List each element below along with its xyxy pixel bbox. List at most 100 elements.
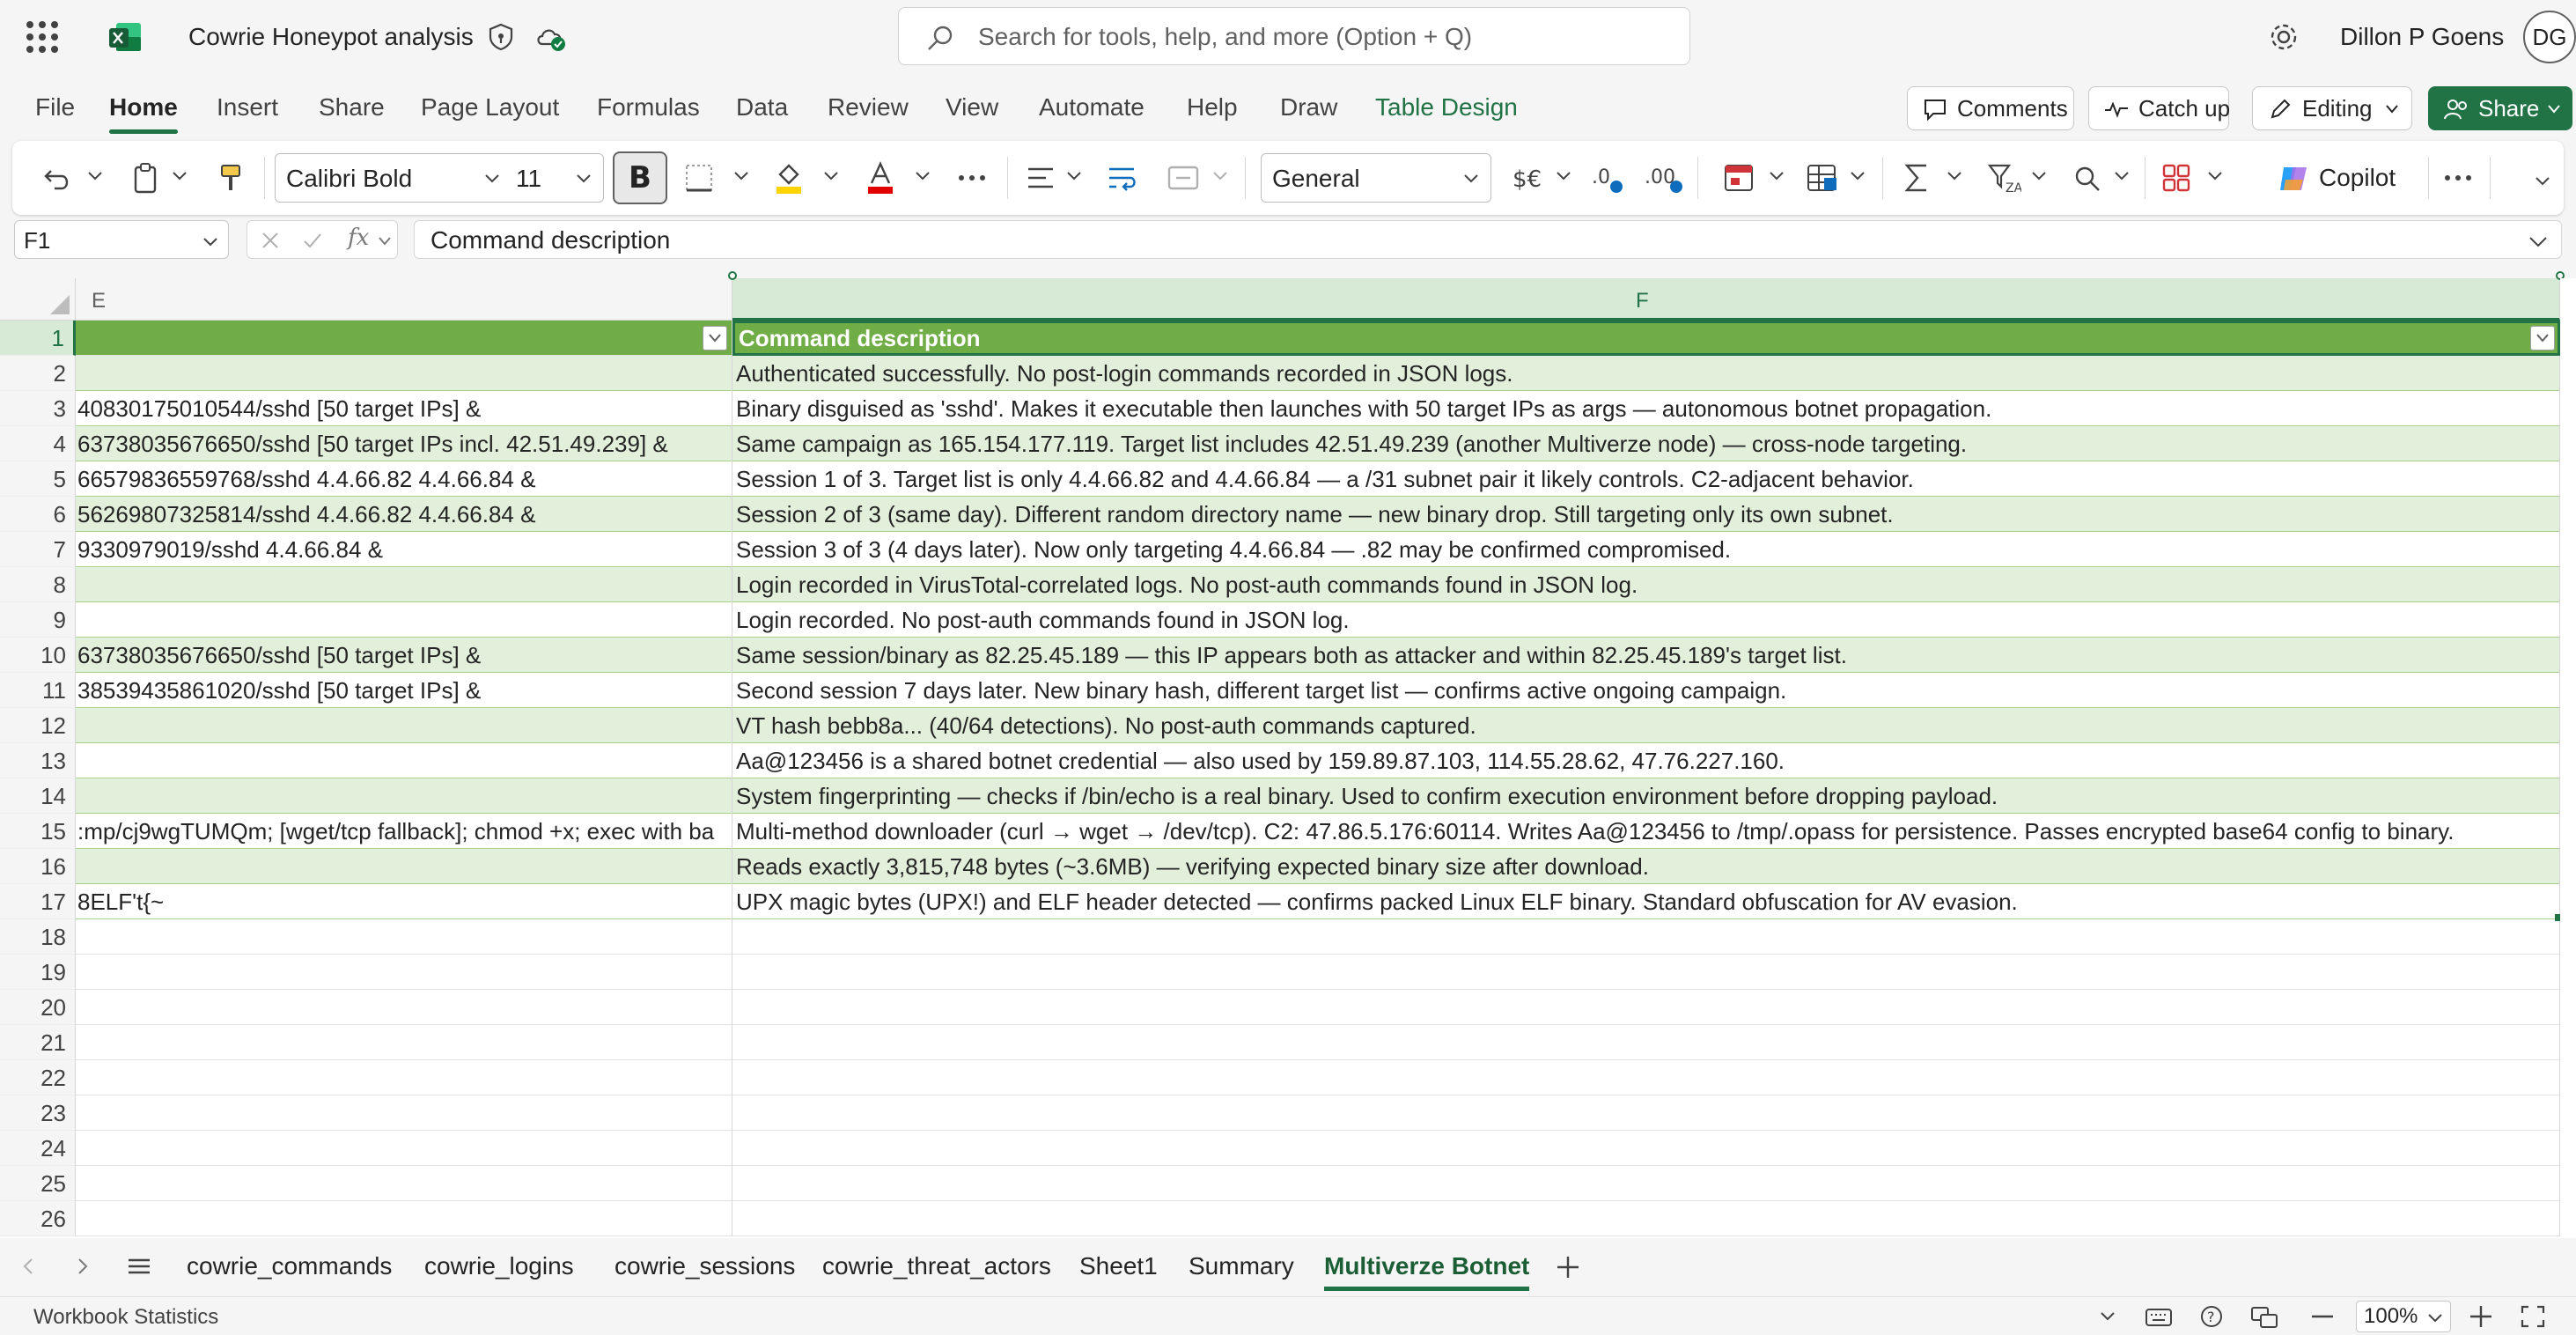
saved-cloud-icon[interactable] (534, 21, 567, 53)
cell-f[interactable]: Second session 7 days later. New binary … (732, 673, 2560, 708)
row-header[interactable]: 1 (0, 321, 76, 356)
merge-chevron-icon[interactable] (1211, 167, 1229, 185)
formula-input[interactable]: Command description (414, 220, 2562, 259)
cell-f[interactable]: Session 3 of 3 (4 days later). Now only … (732, 532, 2560, 567)
tab-help[interactable]: Help (1187, 92, 1238, 123)
cell-f[interactable]: System fingerprinting — checks if /bin/e… (732, 778, 2560, 814)
undo-icon[interactable] (42, 159, 74, 197)
cell-f[interactable]: Reads exactly 3,815,748 bytes (~3.6MB) —… (732, 849, 2560, 884)
cell-f[interactable]: Same session/binary as 82.25.45.189 — th… (732, 638, 2560, 673)
row-header[interactable]: 20 (0, 990, 76, 1025)
selection-handle-top-left[interactable] (728, 271, 737, 280)
prev-sheet-chevron-icon[interactable] (19, 1256, 37, 1277)
vertical-scrollbar[interactable] (2560, 278, 2576, 1238)
undo-dropdown-chevron-icon[interactable] (86, 167, 104, 185)
keyboard-icon[interactable] (2145, 1304, 2173, 1329)
row-header[interactable]: 3 (0, 391, 76, 426)
number-format-dropdown[interactable]: General (1261, 153, 1491, 203)
autosum-icon[interactable] (1900, 159, 1935, 197)
row-header[interactable]: 12 (0, 708, 76, 743)
tab-file[interactable]: File (35, 92, 75, 123)
merge-cells-icon[interactable] (1166, 159, 1201, 197)
conditional-formatting-chevron-icon[interactable] (1768, 167, 1785, 185)
tab-review[interactable]: Review (828, 92, 909, 123)
cell-e[interactable] (76, 1095, 732, 1131)
increase-decimal-icon[interactable]: .00 (1643, 159, 1685, 197)
row-header[interactable]: 15 (0, 814, 76, 849)
insert-function-icon[interactable]: fx (348, 225, 369, 251)
cell-f[interactable]: UPX magic bytes (UPX!) and ELF header de… (732, 884, 2560, 919)
row-header[interactable]: 5 (0, 461, 76, 497)
autosum-chevron-icon[interactable] (1946, 167, 1963, 185)
zoom-in-plus-icon[interactable] (2469, 1304, 2493, 1329)
more-options-icon[interactable] (2440, 159, 2476, 197)
tab-share[interactable]: Share (319, 92, 385, 123)
name-box[interactable]: F1 (14, 220, 229, 259)
row-header[interactable]: 4 (0, 426, 76, 461)
row-header[interactable]: 21 (0, 1025, 76, 1060)
row-header[interactable]: 9 (0, 602, 76, 638)
align-chevron-icon[interactable] (1065, 167, 1083, 185)
cell-e[interactable] (76, 919, 732, 955)
fill-color-icon[interactable] (771, 159, 806, 197)
row-header[interactable]: 24 (0, 1131, 76, 1166)
borders-chevron-icon[interactable] (732, 167, 750, 185)
row-header[interactable]: 18 (0, 919, 76, 955)
row-header[interactable]: 22 (0, 1060, 76, 1095)
search-box[interactable]: Search for tools, help, and more (Option… (898, 7, 1690, 65)
cell-f[interactable]: Same campaign as 165.154.177.119. Target… (732, 426, 2560, 461)
row-header[interactable]: 14 (0, 778, 76, 814)
cell-e[interactable] (76, 356, 732, 391)
cell-e[interactable]: 9330979019/sshd 4.4.66.84 & (76, 532, 732, 567)
row-header[interactable]: 26 (0, 1201, 76, 1236)
cell-f[interactable] (732, 955, 2560, 990)
tab-table-design[interactable]: Table Design (1375, 92, 1518, 123)
sheet-tab-cowrie-threat-actors[interactable]: cowrie_threat_actors (822, 1250, 1051, 1282)
row-header[interactable]: 13 (0, 743, 76, 778)
cell-e[interactable] (76, 990, 732, 1025)
cell-f[interactable]: Authenticated successfully. No post-logi… (732, 356, 2560, 391)
cell-f[interactable]: Aa@123456 is a shared botnet credential … (732, 743, 2560, 778)
settings-gear-icon[interactable] (2266, 19, 2301, 55)
cell-e[interactable] (76, 602, 732, 638)
tab-data[interactable]: Data (736, 92, 788, 123)
cell-e[interactable] (76, 567, 732, 602)
sheet-tab-summary[interactable]: Summary (1189, 1250, 1294, 1282)
cell-e[interactable] (76, 849, 732, 884)
borders-icon[interactable] (681, 159, 717, 197)
zoom-out-minus-icon[interactable] (2310, 1308, 2335, 1325)
sort-filter-chevron-icon[interactable] (2030, 167, 2048, 185)
cell-e[interactable] (76, 1131, 732, 1166)
sensitivity-shield-icon[interactable] (486, 21, 516, 53)
cell-e[interactable] (76, 321, 732, 356)
cell-f[interactable] (732, 1166, 2560, 1201)
column-header-f[interactable]: F (732, 278, 2560, 321)
cell-e[interactable]: 63738035676650/sshd [50 target IPs] & (76, 638, 732, 673)
next-sheet-chevron-icon[interactable] (74, 1256, 92, 1277)
row-header[interactable]: 11 (0, 673, 76, 708)
sort-filter-icon[interactable]: ZA (1986, 159, 2021, 197)
zoom-level-dropdown[interactable]: 100% (2356, 1301, 2451, 1332)
cell-e[interactable] (76, 1201, 732, 1236)
row-header[interactable]: 23 (0, 1095, 76, 1131)
align-icon[interactable] (1023, 159, 1058, 197)
cell-e[interactable] (76, 708, 732, 743)
row-header[interactable]: 6 (0, 497, 76, 532)
cell-e[interactable] (76, 955, 732, 990)
filter-dropdown-column-f[interactable] (2530, 326, 2555, 350)
confirm-check-icon[interactable] (302, 230, 323, 251)
cell-f-header[interactable]: Command description (732, 321, 2560, 356)
cell-e[interactable] (76, 1166, 732, 1201)
cell-e[interactable] (76, 743, 732, 778)
conditional-formatting-icon[interactable] (1722, 159, 1757, 197)
wrap-text-icon[interactable] (1104, 159, 1139, 197)
cell-f[interactable] (732, 1060, 2560, 1095)
format-painter-icon[interactable] (217, 159, 245, 197)
expand-formula-bar-chevron-icon[interactable] (2528, 233, 2549, 251)
cell-f[interactable] (732, 919, 2560, 955)
cell-f[interactable]: Session 1 of 3. Target list is only 4.4.… (732, 461, 2560, 497)
copilot-button[interactable]: Copilot (2277, 160, 2396, 195)
cell-f[interactable] (732, 1131, 2560, 1166)
tab-automate[interactable]: Automate (1039, 92, 1144, 123)
row-header[interactable]: 7 (0, 532, 76, 567)
